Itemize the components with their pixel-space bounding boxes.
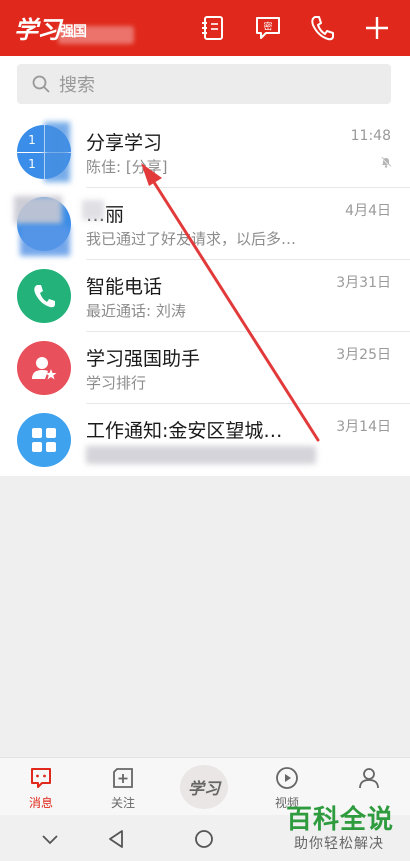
search-input[interactable]: 搜索 [17, 64, 391, 104]
blurred-name-part [82, 200, 104, 220]
phone-icon [311, 16, 334, 41]
conversation-item[interactable]: …丽 我已通过了好友请求，以后多… 4月4日 [0, 188, 410, 260]
work-notice-avatar [17, 413, 71, 467]
conversation-subtitle: 我已通过了好友请求，以后多… [86, 230, 297, 248]
follow-icon [113, 768, 133, 788]
blurred-avatar-part [14, 196, 62, 224]
conversation-item[interactable]: 工作通知:金安区望城… 3月14日 [0, 404, 410, 476]
secret-chat-button[interactable]: 密 [252, 12, 284, 44]
conversation-time: 4月4日 [345, 203, 391, 219]
logo-main: 学习 [14, 15, 61, 44]
blurred-username [58, 26, 134, 44]
back-icon[interactable] [104, 827, 128, 851]
user-star-icon [32, 357, 57, 380]
conversation-subtitle: 最近通话: 刘涛 [86, 302, 186, 320]
conversation-time: 3月31日 [336, 275, 391, 291]
conversation-time: 11:48 [350, 128, 391, 144]
watermark: 百科全说 助你轻松解决 [284, 795, 410, 861]
group-avatar-label: 1 [28, 133, 36, 147]
grid-apps-icon [32, 428, 56, 452]
conversation-name: 工作通知:金安区望城… [86, 420, 283, 442]
video-icon [276, 767, 298, 789]
phone-icon [34, 285, 55, 308]
tab-xuexi-center[interactable]: 学习 [180, 765, 228, 809]
chevron-down-icon[interactable] [38, 827, 62, 851]
conversation-subtitle: 学习排行 [86, 374, 147, 392]
blurred-subtitle [86, 446, 316, 464]
watermark-subtitle: 助你轻松解决 [294, 836, 384, 852]
search-placeholder: 搜索 [59, 75, 95, 96]
contacts-book-button[interactable] [197, 12, 229, 44]
phone-button[interactable] [306, 12, 338, 44]
watermark-title: 百科全说 [286, 805, 395, 835]
notebook-icon [202, 16, 223, 40]
secret-chat-icon: 密 [256, 17, 280, 39]
assistant-avatar [17, 341, 71, 395]
tab-messages[interactable]: 消息 [0, 758, 82, 816]
app-header: 学习强国 密 [0, 0, 410, 56]
group-avatar-label: 1 [28, 157, 36, 171]
add-button[interactable] [361, 12, 393, 44]
conversation-time: 3月14日 [336, 419, 391, 435]
secret-chat-label: 密 [263, 21, 272, 33]
conversation-subtitle: 陈佳: [分享] [86, 158, 168, 176]
profile-icon [359, 768, 379, 789]
conversation-name: 分享学习 [86, 132, 163, 154]
mute-bell-icon [380, 156, 392, 168]
home-icon[interactable] [192, 827, 216, 851]
conversation-item[interactable]: 智能电话 最近通话: 刘涛 3月31日 [0, 260, 410, 332]
conversation-name: 学习强国助手 [86, 348, 201, 370]
search-bar-container: 搜索 [0, 56, 410, 116]
conversation-list: 1 1 分享学习 陈佳: [分享] 11:48 …丽 我已通过了好友请求，以后多… [0, 116, 410, 476]
plus-icon [366, 17, 388, 39]
blurred-avatar-part [20, 226, 70, 256]
conversation-time: 3月25日 [336, 347, 391, 363]
tab-label: 消息 [28, 796, 53, 810]
conversation-name: 智能电话 [86, 276, 163, 298]
tab-follow[interactable]: 关注 [82, 758, 164, 816]
smart-phone-avatar [17, 269, 71, 323]
message-icon [31, 768, 51, 788]
search-icon [32, 75, 50, 93]
tab-label: 关注 [110, 796, 135, 810]
xuexi-logo-icon: 学习 [187, 779, 220, 798]
conversation-item[interactable]: 学习强国助手 学习排行 3月25日 [0, 332, 410, 404]
blurred-avatar-part [44, 122, 70, 182]
conversation-item[interactable]: 1 1 分享学习 陈佳: [分享] 11:48 [0, 116, 410, 188]
